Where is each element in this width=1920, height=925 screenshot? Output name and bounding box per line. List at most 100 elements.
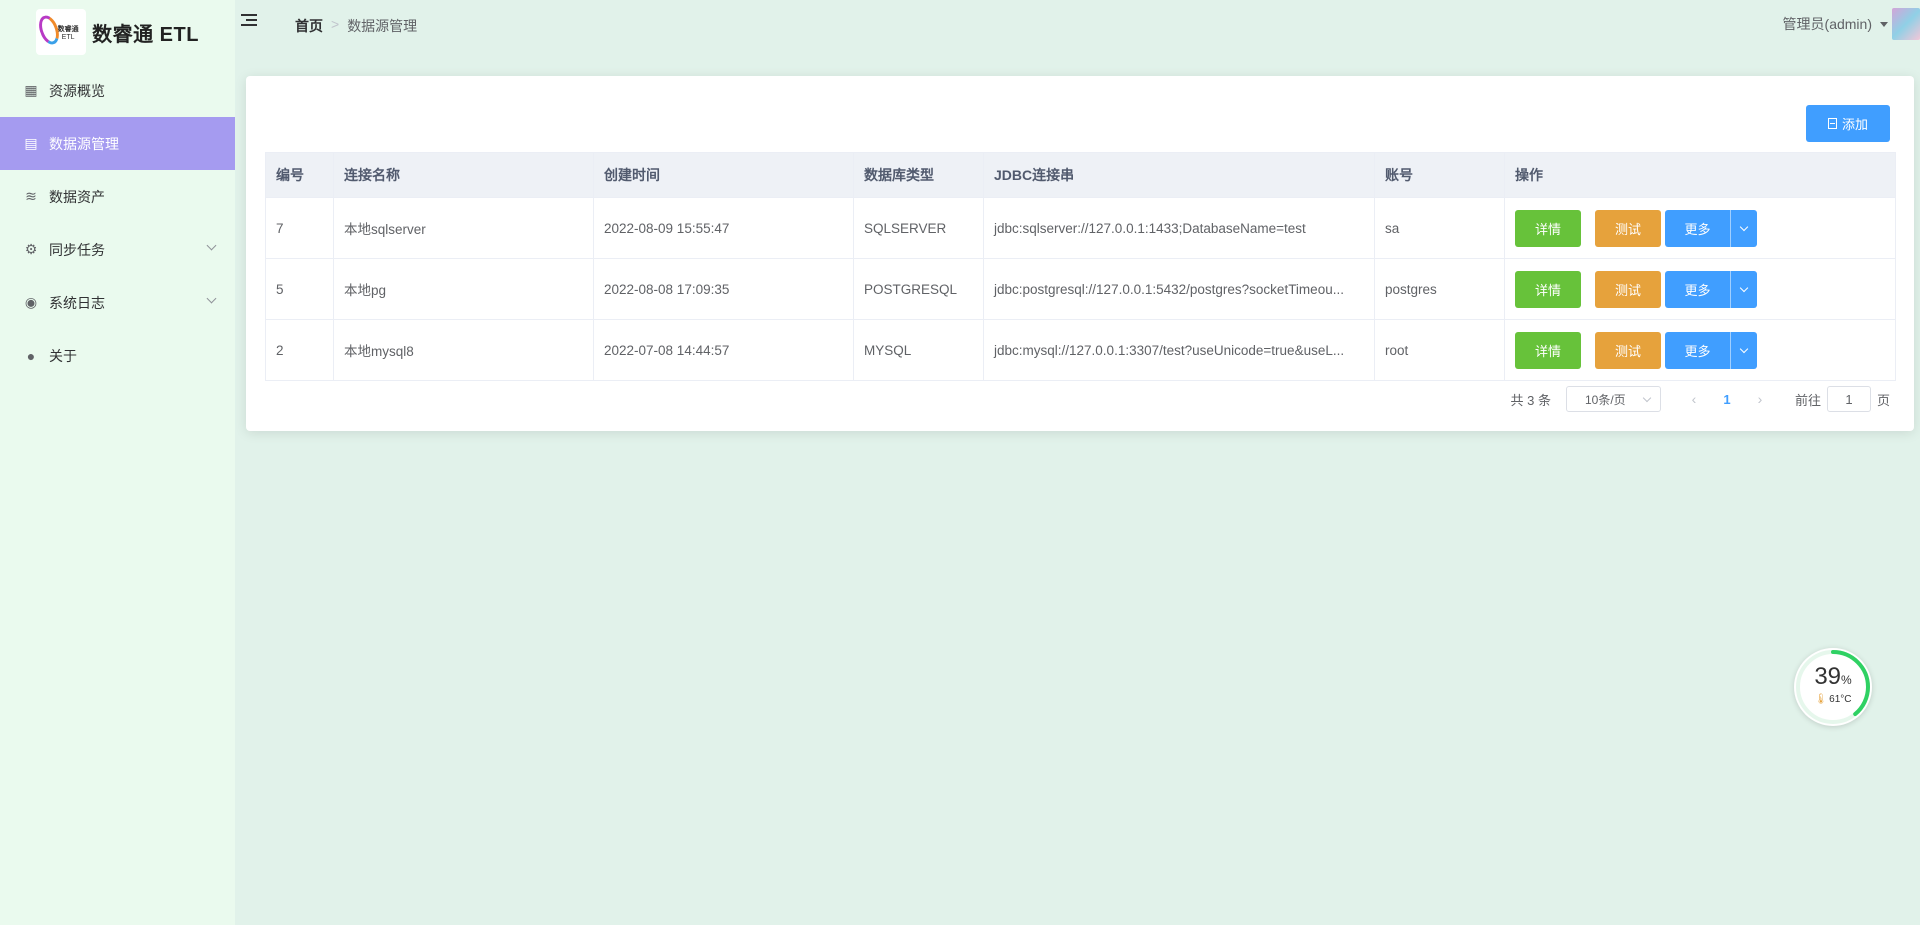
caret-down-icon	[1880, 21, 1888, 27]
cell-id: 5	[265, 258, 334, 320]
page-size-select[interactable]: 10条/页	[1565, 386, 1661, 412]
add-button-label: 添加	[1841, 117, 1868, 132]
cell-name: 本地mysql8	[333, 319, 594, 381]
temperature: 🌡 61°C	[1814, 694, 1852, 705]
cell-db-type: MYSQL	[853, 319, 984, 381]
sidebar: 数睿通 ETL 数睿通 ETL ▦ 资源概览 ▤ 数据源管理 ≋ 数据资产 ⚙ 同步任务 ◉ 系统…	[0, 0, 235, 925]
table-row: 7 本地sqlserver 2022-08-09 15:55:47 SQLSERVER…	[265, 197, 1896, 259]
cell-jdbc: jdbc:sqlserver://127.0.0.1:1433;Database…	[983, 197, 1375, 259]
datasource-table: 编号 连接名称 创建时间 数据库类型 JDBC连接串 账号 操作 7 本地sqls…	[265, 152, 1896, 381]
database-icon: ≋	[25, 188, 37, 204]
app-title: 数睿通 ETL	[92, 23, 199, 46]
detail-button[interactable]: 详情	[1515, 331, 1581, 369]
more-split-button: 更多	[1665, 270, 1757, 308]
column-header: 数据库类型	[853, 152, 984, 198]
sidebar-item-label: 关于	[49, 347, 77, 364]
column-header: 连接名称	[333, 152, 594, 198]
user-icon: ●	[26, 347, 36, 364]
more-button[interactable]: 更多	[1665, 209, 1730, 247]
chevron-down-icon	[1739, 283, 1749, 292]
more-button[interactable]: 更多	[1665, 331, 1730, 369]
cell-id: 7	[265, 197, 334, 259]
sidebar-item[interactable]: ◉ 系统日志	[0, 276, 235, 329]
cell-name: 本地sqlserver	[333, 197, 594, 259]
goto-suffix: 页	[1876, 392, 1890, 408]
menu-toggle-icon[interactable]	[241, 14, 257, 28]
chevron-down-icon	[206, 293, 217, 304]
column-header: 操作	[1504, 152, 1896, 198]
detail-button[interactable]: 详情	[1515, 209, 1581, 247]
sidebar-item[interactable]: ▤ 数据源管理	[0, 117, 235, 170]
cell-created: 2022-08-09 15:55:47	[593, 197, 854, 259]
cell-actions: 详情 测试 更多	[1504, 319, 1896, 381]
more-dropdown-button[interactable]	[1730, 270, 1757, 308]
cell-created: 2022-07-08 14:44:57	[593, 319, 854, 381]
more-split-button: 更多	[1665, 209, 1757, 247]
more-split-button: 更多	[1665, 331, 1757, 369]
grid-icon: ▦	[24, 82, 38, 98]
prev-page-button[interactable]: ‹	[1679, 386, 1709, 412]
sidebar-item-label: 数据资产	[49, 188, 105, 205]
chevron-down-icon	[206, 240, 217, 251]
column-header: 编号	[265, 152, 334, 198]
more-dropdown-button[interactable]	[1730, 331, 1757, 369]
gear-icon: ⚙	[24, 241, 38, 257]
sidebar-item-label: 资源概览	[49, 82, 105, 99]
next-page-button[interactable]: ›	[1745, 386, 1775, 412]
test-button[interactable]: 测试	[1595, 331, 1661, 369]
table-row: 2 本地mysql8 2022-07-08 14:44:57 MYSQL jdbc:my…	[265, 319, 1896, 381]
cell-created: 2022-08-08 17:09:35	[593, 258, 854, 320]
sidebar-item-label: 系统日志	[49, 294, 105, 311]
chevron-down-icon	[1739, 344, 1749, 353]
goto-prefix: 前往	[1794, 392, 1821, 408]
test-button[interactable]: 测试	[1595, 209, 1661, 247]
breadcrumb-separator-icon: >	[331, 16, 340, 32]
content-card: 添加 编号 连接名称 创建时间 数据库类型 JDBC连接串 账号 操作 7 本地s…	[246, 76, 1914, 431]
page-number-current[interactable]: 1	[1709, 392, 1745, 407]
chevron-down-icon	[1642, 393, 1652, 403]
document-add-icon	[1827, 118, 1837, 129]
avatar[interactable]	[1892, 8, 1920, 40]
clipboard-icon: ▤	[24, 135, 38, 151]
thermometer-icon: 🌡	[1814, 694, 1828, 705]
breadcrumb-home[interactable]: 首页	[295, 16, 323, 36]
chevron-down-icon	[1739, 222, 1749, 231]
column-header: JDBC连接串	[983, 152, 1375, 198]
sidebar-item-label: 同步任务	[49, 241, 105, 258]
goto-page-input[interactable]	[1826, 386, 1871, 412]
user-name: 管理员(admin)	[1782, 16, 1872, 32]
user-menu[interactable]: 管理员(admin)	[1783, 14, 1888, 34]
cell-account: postgres	[1374, 258, 1505, 320]
cell-account: root	[1374, 319, 1505, 381]
cell-jdbc: jdbc:postgresql://127.0.0.1:5432/postgre…	[983, 258, 1375, 320]
add-button[interactable]: 添加	[1806, 105, 1890, 142]
sidebar-item[interactable]: ● 关于	[0, 329, 235, 382]
cell-jdbc: jdbc:mysql://127.0.0.1:3307/test?useUnic…	[983, 319, 1375, 381]
sidebar-item[interactable]: ≋ 数据资产	[0, 170, 235, 223]
cpu-percent: 39%	[1814, 663, 1852, 690]
more-button[interactable]: 更多	[1665, 270, 1730, 308]
log-icon: ◉	[24, 294, 38, 310]
sidebar-item[interactable]: ⚙ 同步任务	[0, 223, 235, 276]
system-monitor-gauge[interactable]: 39% 🌡 61°C	[1794, 648, 1872, 726]
detail-button[interactable]: 详情	[1515, 270, 1581, 308]
table-header-row: 编号 连接名称 创建时间 数据库类型 JDBC连接串 账号 操作	[265, 152, 1896, 198]
column-header: 创建时间	[593, 152, 854, 198]
cell-name: 本地pg	[333, 258, 594, 320]
sidebar-item[interactable]: ▦ 资源概览	[0, 64, 235, 117]
test-button[interactable]: 测试	[1595, 270, 1661, 308]
cell-id: 2	[265, 319, 334, 381]
more-dropdown-button[interactable]	[1730, 209, 1757, 247]
logo[interactable]: 数睿通 ETL 数睿通 ETL	[0, 0, 235, 64]
breadcrumb-current: 数据源管理	[347, 18, 418, 34]
pagination: 共 3 条 10条/页 ‹ 1 › 前往 页	[1511, 385, 1890, 413]
column-header: 账号	[1374, 152, 1505, 198]
cell-actions: 详情 测试 更多	[1504, 258, 1896, 320]
sidebar-item-label: 数据源管理	[49, 135, 119, 152]
breadcrumb: 首页 > 数据源管理	[295, 16, 417, 36]
cell-account: sa	[1374, 197, 1505, 259]
top-header: 首页 > 数据源管理 管理员(admin)	[235, 0, 1920, 48]
page-size-value: 10条/页	[1584, 392, 1626, 407]
goto-page: 前往 页	[1795, 386, 1890, 412]
cell-db-type: SQLSERVER	[853, 197, 984, 259]
